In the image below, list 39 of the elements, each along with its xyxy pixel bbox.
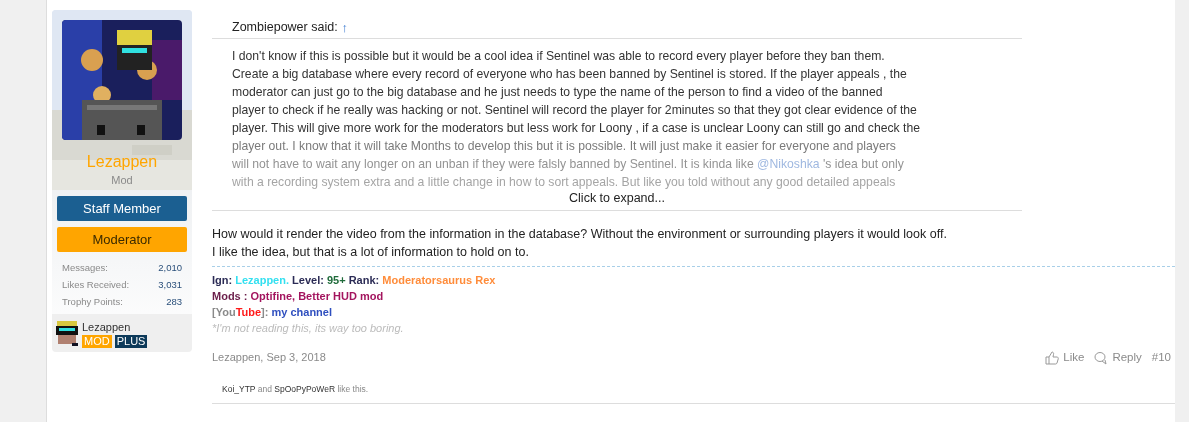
quote-text: will not have to wait any longer on an unban if they were falsly banned by Sentinel. It is kinda like @Nikoshka 's idea but only — [232, 156, 905, 173]
mini-profile-name[interactable]: Lezappen — [82, 321, 148, 334]
stat-value: 3,031 — [158, 278, 182, 292]
user-link[interactable]: SpOoPyPoWeR — [274, 384, 336, 395]
quote-text: I don't know if this is possible but it would be a cool idea if Sentinel was able to record every player before they ban them. — [232, 48, 886, 65]
avatar-icon — [56, 321, 78, 346]
stat-label: Likes Received: — [62, 278, 130, 292]
quote-text: with a recording system extra and a little change in how to sort appeals. But like you told without any good detailed appeals — [232, 174, 897, 191]
signature-link[interactable]: my channel — [271, 306, 332, 318]
quote-text: player to check if he really was hacking or not. Sentinel will record the player for 2minutes so that they got clear evidence of the — [232, 102, 918, 119]
stat-value: 2,010 — [158, 261, 182, 275]
signature-line: *I'm not reading this, its way too boring. — [212, 321, 405, 336]
stat-label: Messages: — [62, 261, 108, 275]
user-banner: Moderator — [57, 227, 187, 252]
post-number-link[interactable]: #10 — [1151, 349, 1171, 367]
expand-link[interactable]: Click to expand... — [569, 189, 665, 210]
quote-text: moderator can just go to the big database and he just needs to type the name of the person to find a video of the banned — [232, 84, 884, 101]
signature-line: [YouTube]: my channel — [212, 305, 333, 320]
user-badge: PLUS — [114, 335, 148, 348]
message-text: How would it render the video from the information in the database? Without the environment or surrounding players it would look off. — [212, 226, 948, 243]
quote-text: player. This will give more work for the moderators but less work for Loony , if a case is unclear Loony can still go and check the — [232, 120, 921, 137]
stat-label: Trophy Points: — [62, 295, 123, 309]
signature-line: Ign: Lezappen. Level: 95+ Rank: Moderatorsaurus Rex — [212, 273, 497, 288]
signature-line: Mods : Optifine, Better HUD mod — [212, 289, 385, 304]
quote-author: Zombiepower said: — [232, 19, 338, 37]
likes-summary: Koi_YTP and SpOoPyPoWeR like this. — [222, 383, 370, 397]
reply-button[interactable]: Reply — [1094, 349, 1142, 367]
thumbs-up-icon — [1045, 350, 1060, 365]
user-banner: Staff Member — [57, 196, 187, 221]
quote-text: Create a big database where every record of everyone who has been banned by Sentinel is stored. If the player appeals , the — [232, 66, 908, 83]
user-badge: MOD — [82, 335, 112, 348]
message-text: I like the idea, but that is a lot of information to hold on to. — [212, 244, 530, 261]
like-button[interactable]: Like — [1045, 349, 1085, 367]
quote-text: player out. I know that it will take Months to develop this but it is possible. It will just make it easier for everyone and players — [232, 138, 897, 155]
user-link[interactable]: Koi_YTP — [222, 384, 256, 395]
stat-value: 283 — [166, 295, 182, 309]
speech-bubble-icon — [1094, 350, 1109, 365]
quote-jump-link[interactable]: ↑ — [341, 17, 349, 38]
post-byline: Lezappen, Sep 3, 2018 — [212, 350, 326, 366]
